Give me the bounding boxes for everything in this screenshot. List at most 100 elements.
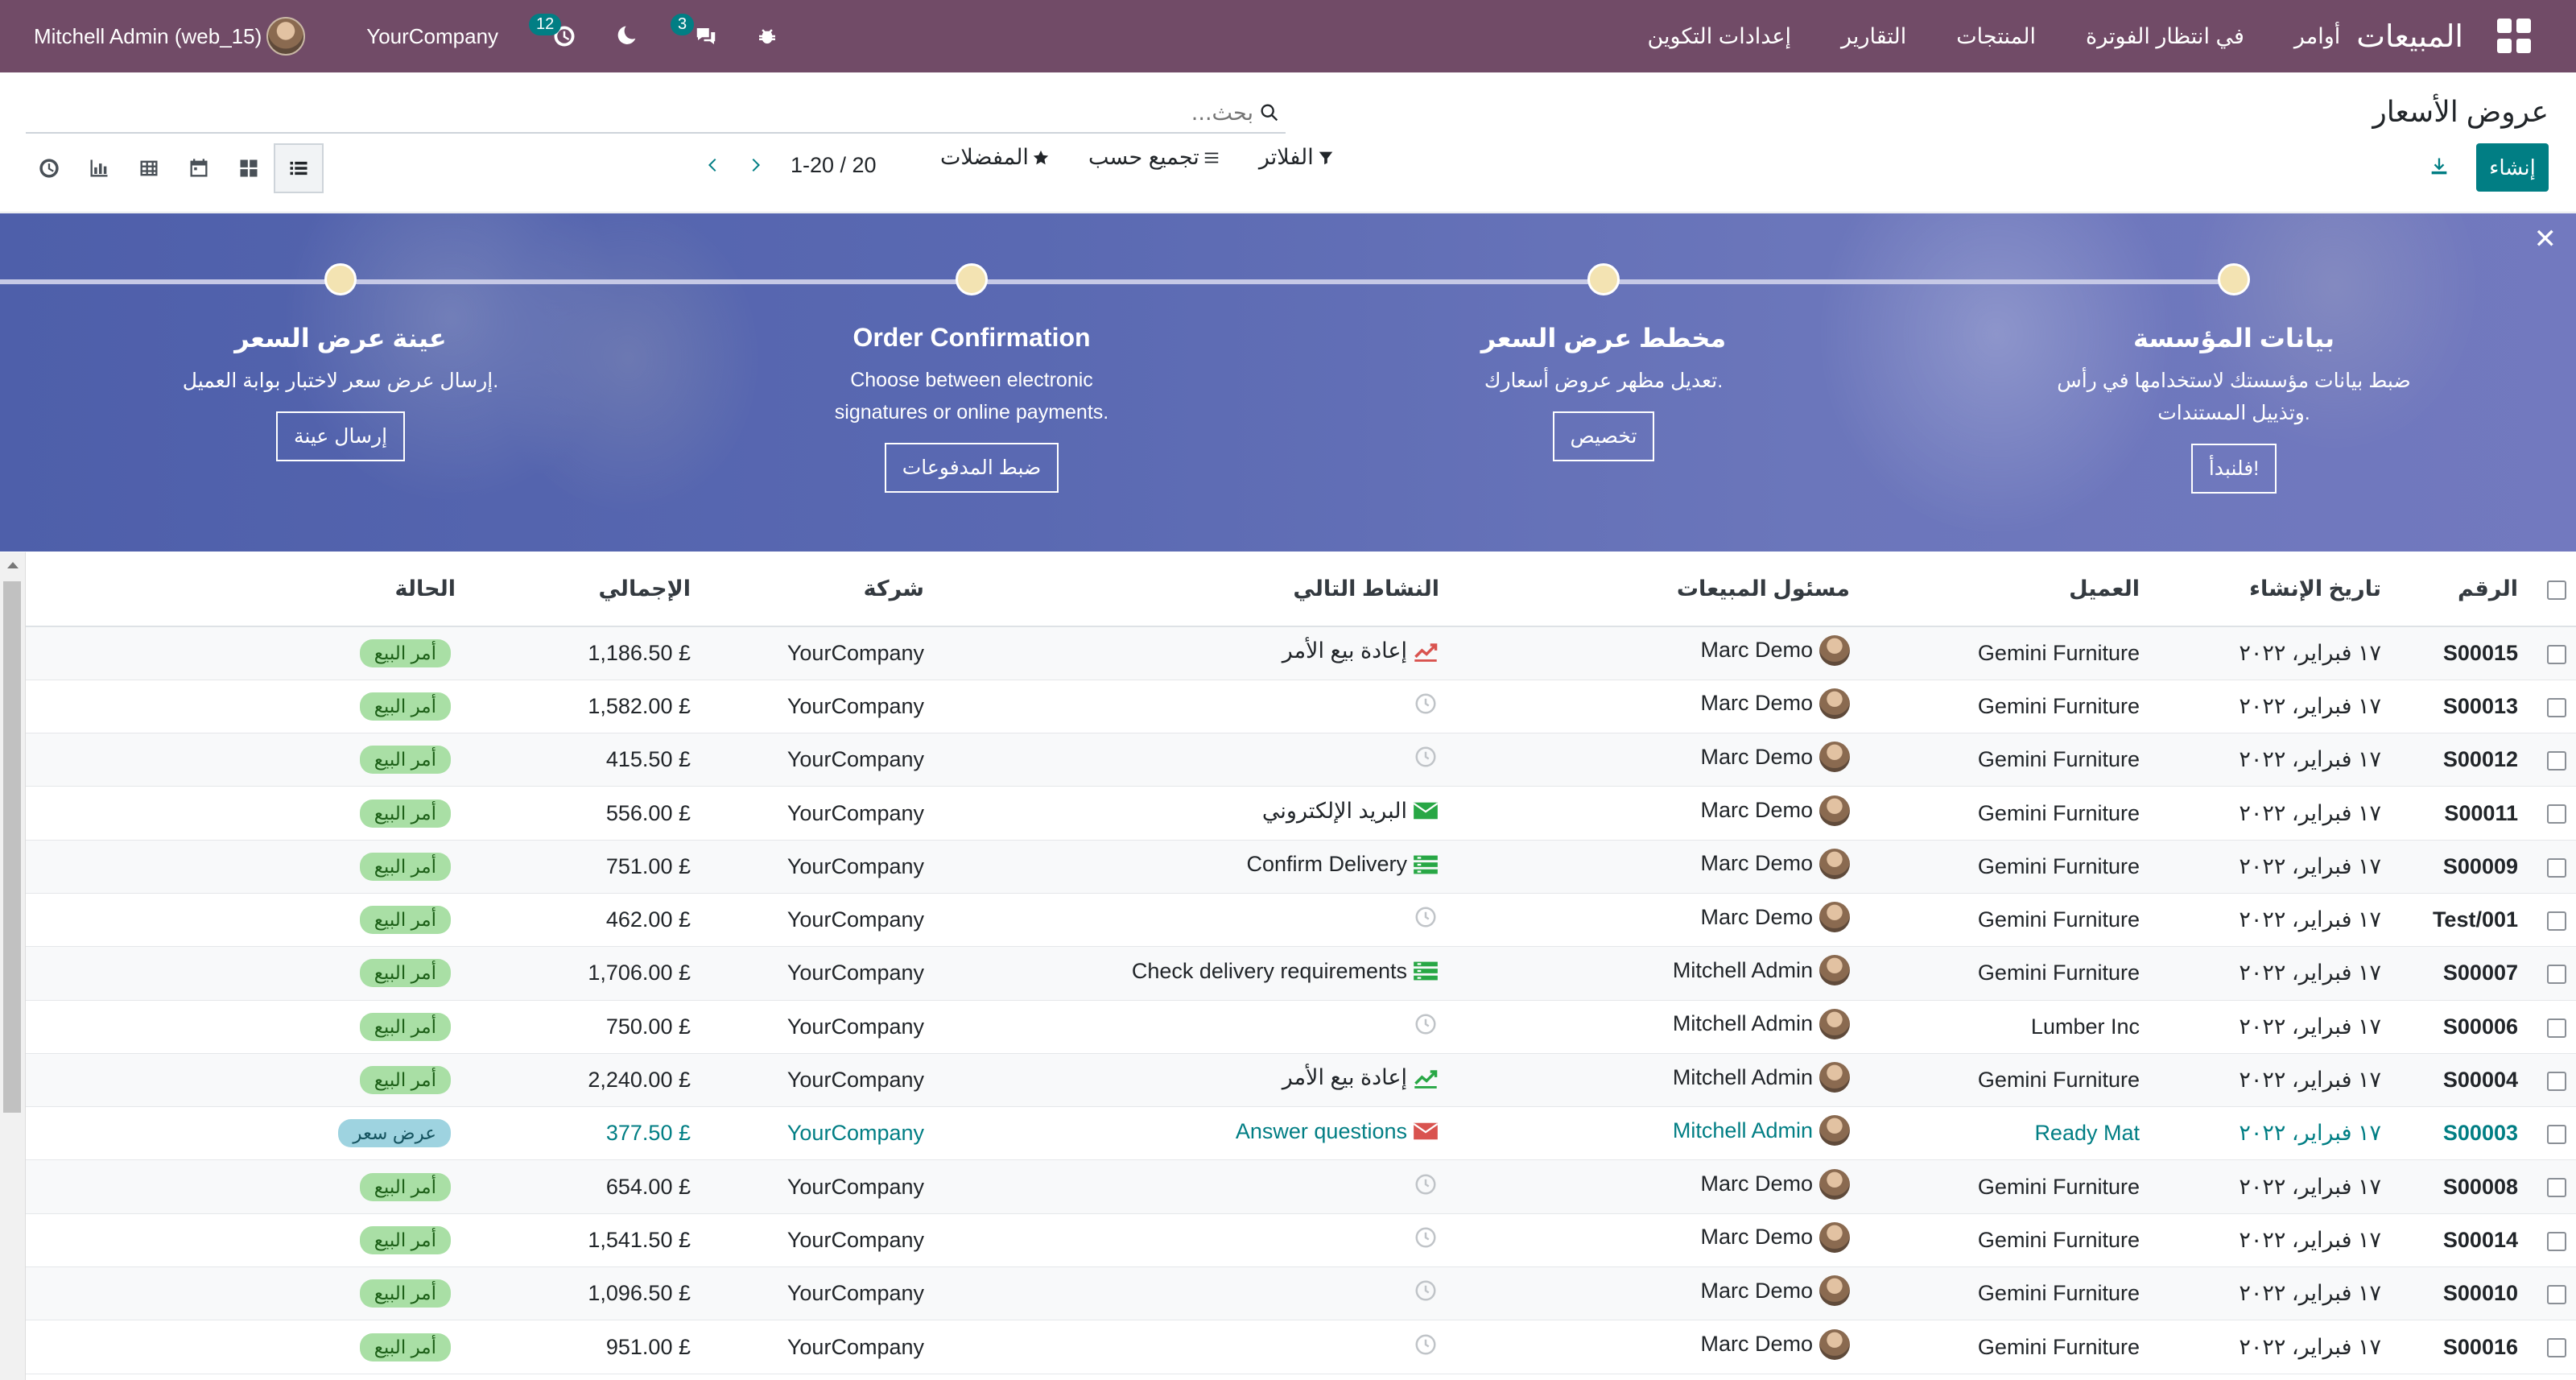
clock-icon[interactable]: [1412, 1225, 1439, 1250]
clock-icon[interactable]: [1412, 1012, 1439, 1036]
filters-dropdown[interactable]: الفلاتر: [1259, 145, 1335, 170]
pager-next[interactable]: [734, 147, 776, 184]
row-checkbox[interactable]: [2547, 697, 2566, 717]
send-sample-button[interactable]: إرسال عينة: [275, 411, 406, 461]
close-banner-icon[interactable]: ✕: [2534, 223, 2557, 255]
table-row[interactable]: S00007 ١٧ فبراير، ٢٠٢٢ Gemini Furniture Mit…: [26, 946, 2576, 1001]
row-select-cell[interactable]: [2528, 1213, 2576, 1268]
pager-previous[interactable]: [692, 147, 734, 184]
scrollbar-thumb[interactable]: [3, 581, 21, 1113]
row-checkbox[interactable]: [2547, 857, 2566, 878]
row-checkbox[interactable]: [2547, 1338, 2566, 1358]
table-row[interactable]: S00009 ١٧ فبراير، ٢٠٢٢ Gemini Furniture Mar…: [26, 840, 2576, 894]
pager-value[interactable]: 1-20 / 20: [791, 153, 877, 178]
lets-start-button[interactable]: فلنبدأ!: [2190, 444, 2277, 494]
row-checkbox[interactable]: [2547, 1178, 2566, 1198]
email-icon[interactable]: [1412, 799, 1439, 823]
select-all-header[interactable]: [2528, 552, 2576, 627]
email-icon[interactable]: [1412, 1119, 1439, 1143]
row-select-cell[interactable]: [2528, 1159, 2576, 1214]
salesperson-widget[interactable]: Marc Demo: [1700, 634, 1850, 666]
activity-menu[interactable]: 12: [529, 14, 579, 51]
salesperson-avatar[interactable]: [1819, 795, 1850, 826]
salesperson-widget[interactable]: Marc Demo: [1700, 1221, 1850, 1253]
salesperson-widget[interactable]: Marc Demo: [1700, 902, 1850, 933]
column-header-status[interactable]: الحالة: [266, 552, 467, 627]
salesperson-avatar[interactable]: [1819, 634, 1850, 666]
menu-products[interactable]: المنتجات: [1956, 24, 2036, 49]
row-select-cell[interactable]: [2528, 893, 2576, 948]
row-select-cell[interactable]: [2528, 680, 2576, 734]
table-row[interactable]: S00012 ١٧ فبراير، ٢٠٢٢ Gemini Furniture Mar…: [26, 733, 2576, 787]
app-brand[interactable]: المبيعات: [2356, 19, 2463, 55]
salesperson-widget[interactable]: Mitchell Admin: [1673, 1115, 1850, 1147]
column-header-company[interactable]: شركة: [700, 552, 934, 627]
scroll-up-arrow[interactable]: [7, 562, 19, 568]
salesperson-avatar[interactable]: [1819, 742, 1850, 773]
company-switcher[interactable]: YourCompany: [366, 24, 498, 49]
menu-reporting[interactable]: التقارير: [1841, 24, 1906, 49]
customize-button[interactable]: تخصيص: [1552, 411, 1655, 461]
salesperson-avatar[interactable]: [1819, 1328, 1850, 1360]
table-row[interactable]: S00006 ١٧ فبراير، ٢٠٢٢ Lumber Inc Mitchell …: [26, 1000, 2576, 1054]
salesperson-avatar[interactable]: [1819, 1221, 1850, 1253]
table-row[interactable]: S00015 ١٧ فبراير، ٢٠٢٢ Gemini Furniture Mar…: [26, 626, 2576, 680]
debug-menu[interactable]: [753, 22, 782, 51]
user-avatar[interactable]: [266, 17, 306, 56]
salesperson-widget[interactable]: Mitchell Admin: [1673, 1008, 1850, 1039]
column-header-total[interactable]: الإجمالي: [467, 552, 700, 627]
clock-icon[interactable]: [1412, 1172, 1439, 1196]
group-by-dropdown[interactable]: تجميع حسب: [1088, 145, 1220, 170]
create-button[interactable]: إنشاء: [2476, 143, 2549, 192]
row-select-cell[interactable]: [2528, 1106, 2576, 1161]
list-view-button[interactable]: [274, 143, 324, 193]
salesperson-avatar[interactable]: [1819, 955, 1850, 986]
menu-orders[interactable]: أوامر: [2294, 24, 2340, 49]
salesperson-avatar[interactable]: [1819, 1115, 1850, 1147]
todo-icon[interactable]: [1412, 959, 1439, 983]
set-payments-button[interactable]: ضبط المدفوعات: [884, 443, 1059, 493]
table-row[interactable]: S00013 ١٧ فبراير، ٢٠٢٢ Gemini Furniture Mar…: [26, 680, 2576, 734]
graph-view-button[interactable]: [74, 143, 124, 193]
apps-menu-icon[interactable]: [2496, 19, 2531, 54]
row-select-cell[interactable]: [2528, 1320, 2576, 1374]
row-checkbox[interactable]: [2547, 1285, 2566, 1305]
row-select-cell[interactable]: [2528, 1266, 2576, 1321]
clock-icon[interactable]: [1412, 1332, 1439, 1357]
clock-icon[interactable]: [1412, 1279, 1439, 1303]
row-checkbox[interactable]: [2547, 1231, 2566, 1251]
row-checkbox[interactable]: [2547, 1018, 2566, 1038]
row-select-cell[interactable]: [2528, 1000, 2576, 1054]
menu-configuration[interactable]: إعدادات التكوين: [1647, 24, 1791, 49]
row-select-cell[interactable]: [2528, 626, 2576, 680]
messaging-menu[interactable]: 3: [671, 14, 720, 51]
salesperson-widget[interactable]: Marc Demo: [1700, 742, 1850, 773]
clock-icon[interactable]: [1412, 692, 1439, 716]
salesperson-widget[interactable]: Marc Demo: [1700, 848, 1850, 879]
column-header-salesperson[interactable]: مسئول المبيعات: [1449, 552, 1860, 627]
calendar-view-button[interactable]: [174, 143, 224, 193]
row-checkbox[interactable]: [2547, 751, 2566, 771]
table-row[interactable]: S00010 ١٧ فبراير، ٢٠٢٢ Gemini Furniture Mar…: [26, 1266, 2576, 1321]
column-header-creation-date[interactable]: تاريخ الإنشاء: [2149, 552, 2391, 627]
todo-icon[interactable]: [1412, 853, 1439, 877]
column-header-number[interactable]: الرقم: [2391, 552, 2528, 627]
vertical-scrollbar[interactable]: [0, 552, 26, 1380]
select-all-checkbox[interactable]: [2547, 580, 2566, 600]
salesperson-widget[interactable]: Marc Demo: [1700, 795, 1850, 826]
user-menu[interactable]: Mitchell Admin (web_15): [34, 24, 262, 49]
row-select-cell[interactable]: [2528, 840, 2576, 894]
row-select-cell[interactable]: [2528, 733, 2576, 787]
table-row[interactable]: S00014 ١٧ فبراير، ٢٠٢٢ Gemini Furniture Mar…: [26, 1213, 2576, 1268]
search-icon[interactable]: [1258, 101, 1281, 124]
salesperson-widget[interactable]: Marc Demo: [1700, 688, 1850, 719]
table-row[interactable]: Test/001 ١٧ فبراير، ٢٠٢٢ Gemini Furniture M…: [26, 893, 2576, 948]
salesperson-avatar[interactable]: [1819, 1275, 1850, 1307]
row-checkbox[interactable]: [2547, 911, 2566, 931]
salesperson-widget[interactable]: Marc Demo: [1700, 1275, 1850, 1307]
dark-mode-toggle[interactable]: [611, 22, 640, 51]
pivot-view-button[interactable]: [124, 143, 174, 193]
clock-icon[interactable]: [1412, 905, 1439, 929]
export-button[interactable]: [2423, 151, 2455, 183]
salesperson-avatar[interactable]: [1819, 1062, 1850, 1093]
